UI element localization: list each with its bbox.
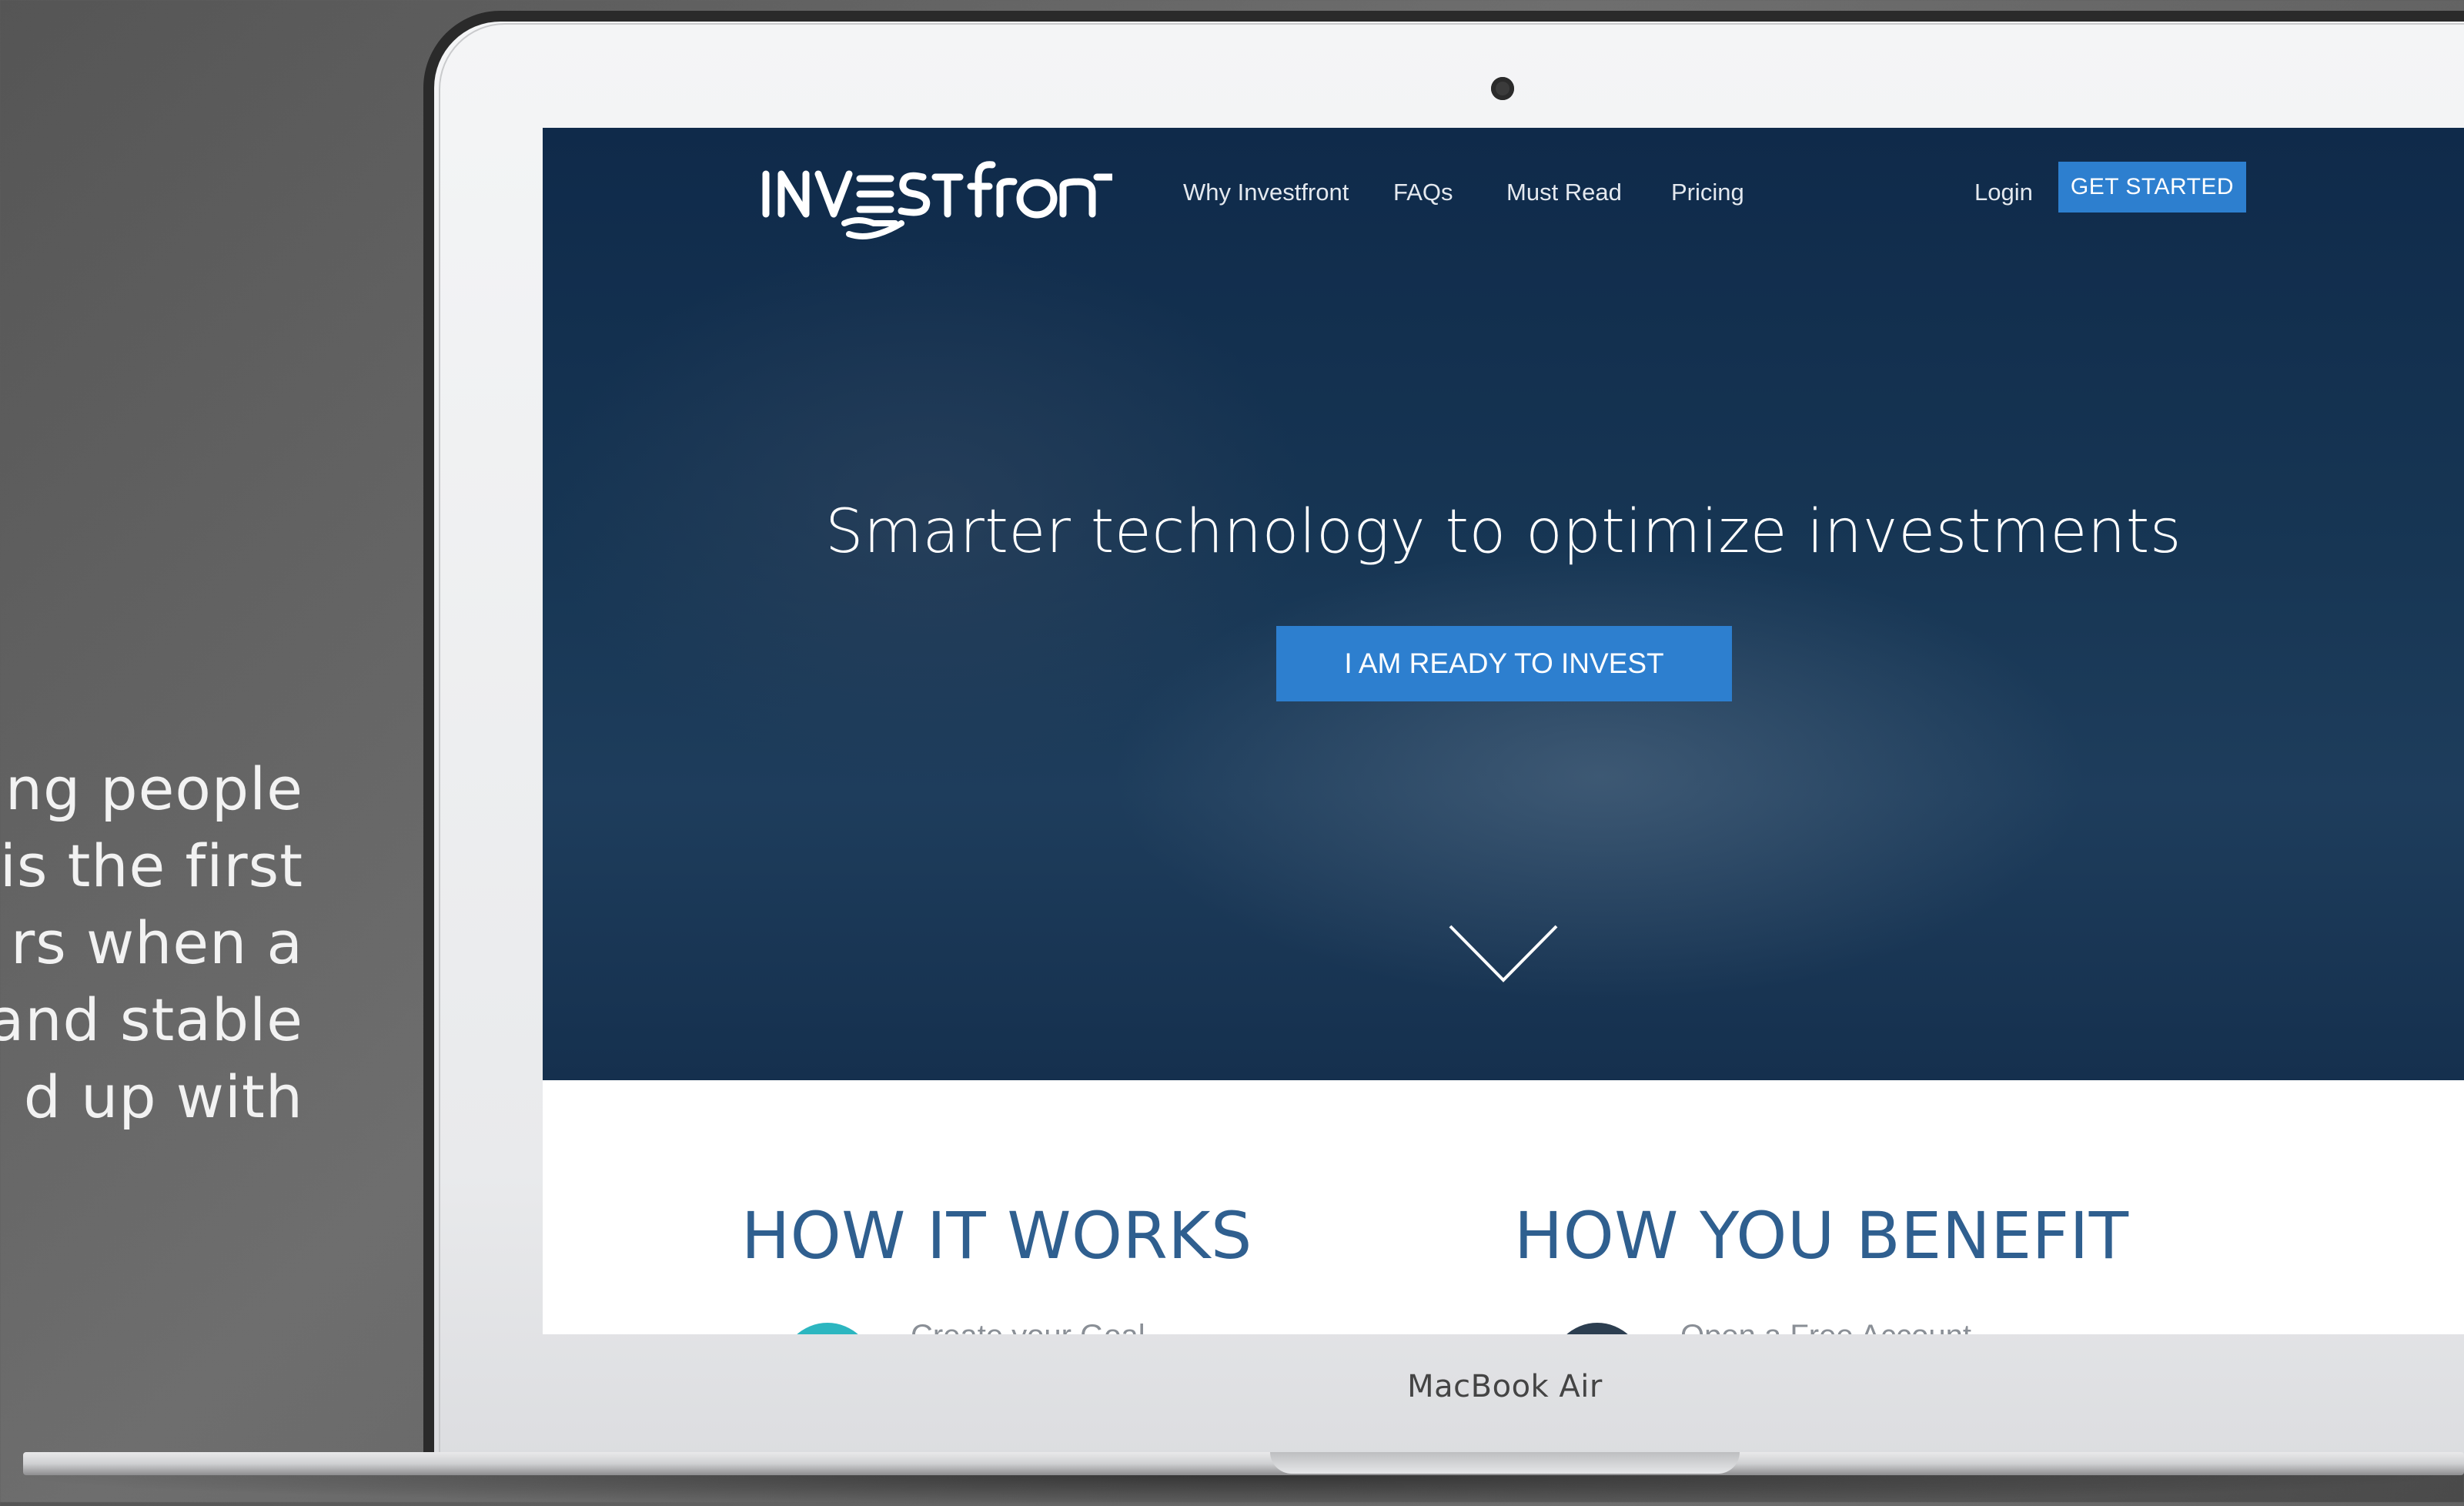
chevron-down-icon[interactable] (1447, 923, 1560, 985)
nav-link-why-investfront[interactable]: Why Investfront (1183, 179, 1349, 206)
login-link[interactable]: Login (1974, 179, 2033, 206)
presentation-text-line: s is the first (0, 832, 303, 900)
nav-link-must-read[interactable]: Must Read (1506, 179, 1622, 206)
nav-link-faqs[interactable]: FAQs (1393, 179, 1453, 206)
nav-link-pricing[interactable]: Pricing (1671, 179, 1744, 206)
presentation-text-line: and stable (0, 986, 303, 1054)
step-icon (781, 1323, 874, 1334)
laptop-screen: Why Investfront FAQs Must Read Pricing L… (543, 128, 2464, 1334)
how-it-works-first-step: Create your Goal (911, 1319, 1145, 1334)
how-it-works-title: HOW IT WORKS (741, 1198, 1252, 1273)
how-you-benefit-first-item: Open a Free Account (1680, 1319, 1971, 1334)
presentation-text-line: ing people (0, 755, 303, 823)
get-started-button[interactable]: GET STARTED (2058, 162, 2246, 213)
laptop-base-notch (1270, 1452, 1740, 1474)
presentation-text: ing people s is the first rs when a and … (0, 751, 303, 1136)
how-you-benefit-title: HOW YOU BENEFIT (1514, 1198, 2129, 1273)
hero-headline: Smarter technology to optimize investmen… (824, 497, 2182, 567)
laptop-base (23, 1452, 2464, 1475)
ready-to-invest-button[interactable]: I AM READY TO INVEST (1276, 626, 1732, 701)
benefit-icon (1551, 1323, 1643, 1334)
presentation-text-line: rs when a (11, 909, 303, 977)
laptop-brand-label: MacBook Air (1407, 1369, 1603, 1404)
presentation-text-line: d up with (23, 1063, 303, 1131)
webcam-icon (1491, 77, 1514, 100)
hero-section: Why Investfront FAQs Must Read Pricing L… (543, 128, 2464, 1080)
laptop-shadow (0, 1475, 2464, 1506)
